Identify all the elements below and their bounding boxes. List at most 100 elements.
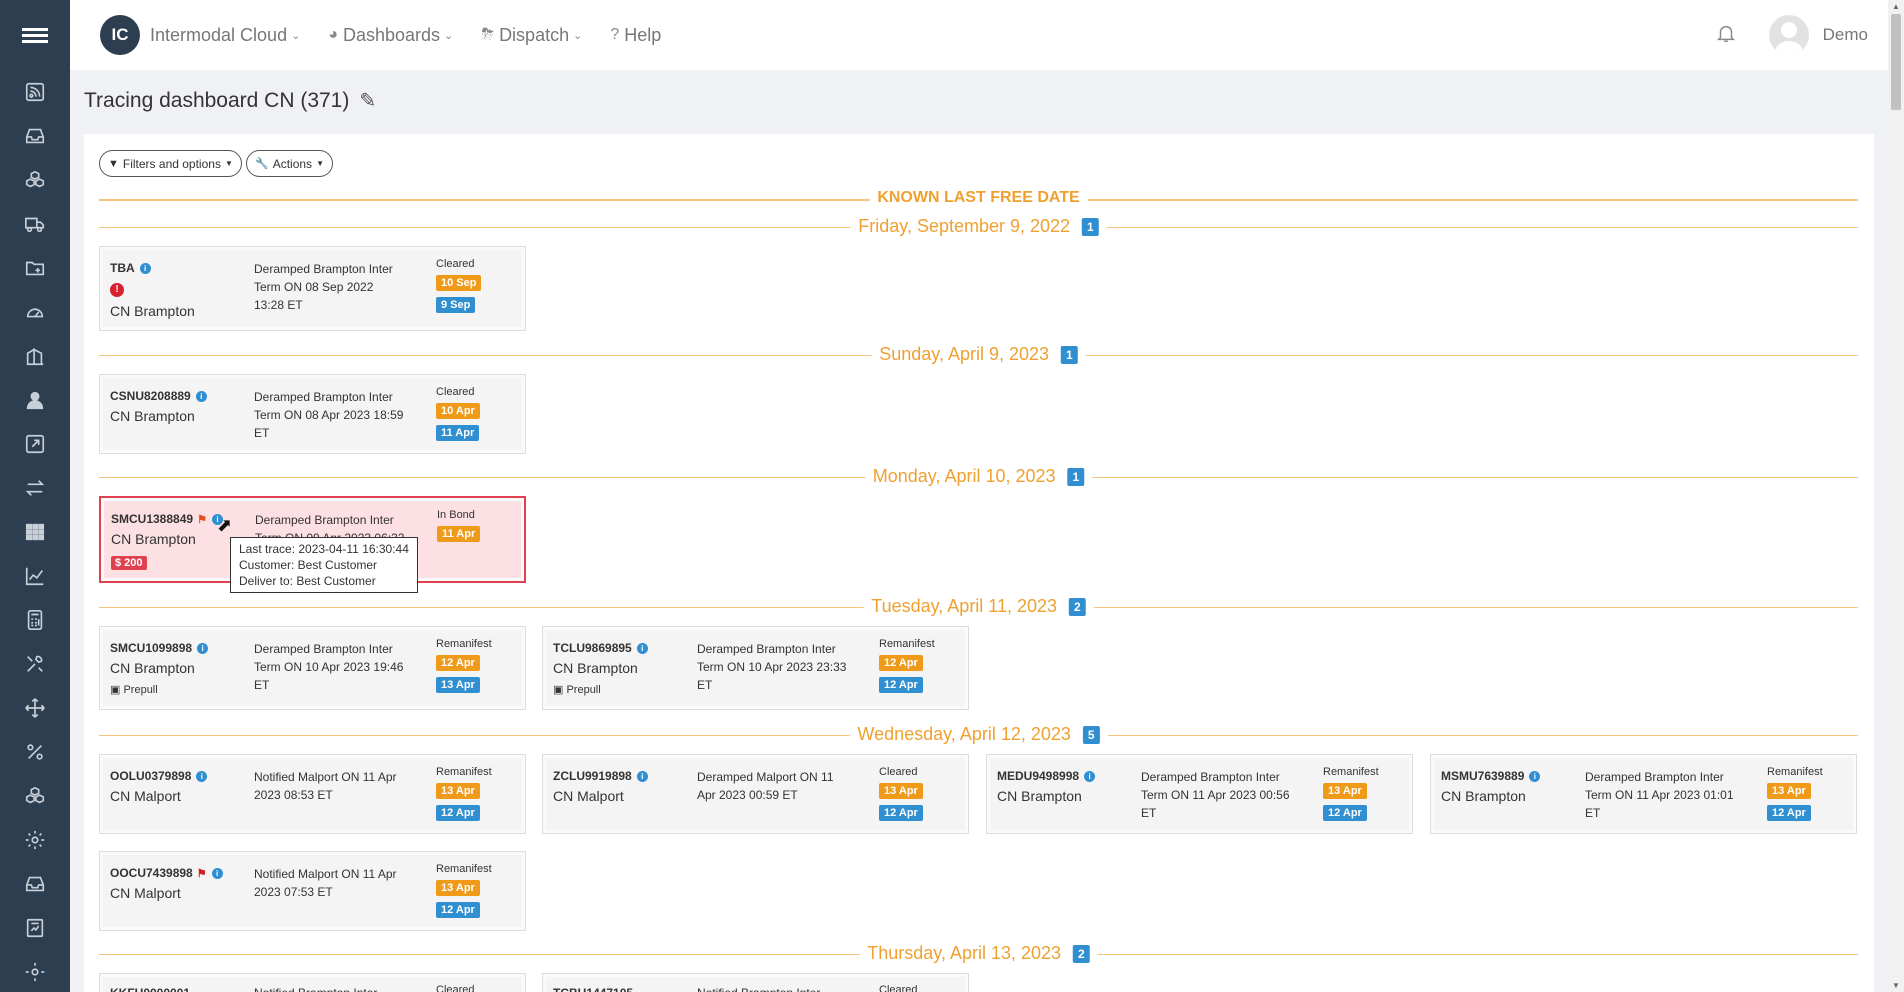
count-badge: 1 bbox=[1067, 467, 1085, 486]
building-icon[interactable] bbox=[0, 334, 70, 378]
info-icon[interactable]: i bbox=[1529, 770, 1541, 782]
container-id[interactable]: CSNU8208889 bbox=[110, 389, 191, 403]
tools-icon[interactable] bbox=[0, 642, 70, 686]
count-badge: 5 bbox=[1082, 725, 1100, 744]
status-label: Cleared bbox=[436, 258, 475, 270]
truck-icon[interactable] bbox=[0, 202, 70, 246]
filters-button[interactable]: ▼ Filters and options ▼ bbox=[99, 150, 242, 177]
info-icon[interactable]: i bbox=[636, 770, 648, 782]
container-card[interactable]: OOCU7439898 ⚑ i CN Malport Notified Malpor… bbox=[99, 851, 526, 931]
event-description: Deramped Brampton Inter Term ON 08 Apr 2… bbox=[254, 390, 404, 440]
move-icon[interactable] bbox=[0, 686, 70, 730]
info-tooltip: Last trace: 2023-04-11 16:30:44 Customer… bbox=[230, 537, 418, 593]
container-card[interactable]: TCLU9869895 i CN Brampton ▣ Prepull Deram… bbox=[542, 626, 969, 710]
prepull-tag: ▣ Prepull bbox=[110, 684, 158, 696]
container-card[interactable]: MSMU7639889 i CN Brampton Deramped Brampt… bbox=[1430, 754, 1857, 834]
calculator-icon[interactable] bbox=[0, 598, 70, 642]
archive-icon[interactable] bbox=[0, 862, 70, 906]
info-icon[interactable]: i bbox=[1084, 770, 1096, 782]
caret-down-icon: ▼ bbox=[316, 159, 324, 168]
external-link-icon[interactable] bbox=[0, 422, 70, 466]
date-badge: 13 Apr bbox=[879, 783, 923, 799]
exchange-icon[interactable] bbox=[0, 466, 70, 510]
nav-help[interactable]: ? Help bbox=[610, 25, 661, 46]
inbox-icon[interactable] bbox=[0, 114, 70, 158]
status-label: Remanifest bbox=[1323, 766, 1379, 778]
container-card[interactable]: MEDU9498998 i CN Brampton Deramped Brampt… bbox=[986, 754, 1413, 834]
info-icon[interactable]: i bbox=[211, 867, 223, 879]
container-card[interactable]: OOLU0379898 i CN Malport Notified Malport… bbox=[99, 754, 526, 834]
scroll-thumb[interactable] bbox=[1891, 14, 1901, 110]
info-icon[interactable]: i bbox=[196, 770, 208, 782]
location: CN Malport bbox=[110, 788, 181, 804]
chevron-down-icon: ⌄ bbox=[291, 29, 301, 42]
location: CN Malport bbox=[553, 788, 624, 804]
app-switcher[interactable]: Intermodal Cloud ⌄ bbox=[150, 25, 300, 46]
hamburger-menu-button[interactable] bbox=[0, 0, 70, 70]
container-id[interactable]: MSMU7639889 bbox=[1441, 769, 1524, 783]
info-icon[interactable]: i bbox=[636, 642, 648, 654]
cogs-icon[interactable] bbox=[0, 950, 70, 992]
container-id[interactable]: TCBU1447105 bbox=[553, 986, 633, 992]
user-icon[interactable] bbox=[0, 378, 70, 422]
status-label: Remanifest bbox=[436, 638, 492, 650]
container-id[interactable]: MEDU9498998 bbox=[997, 769, 1079, 783]
flag-icon: ⚑ bbox=[196, 867, 207, 880]
page-scrollbar[interactable]: ▲ ▼ bbox=[1888, 0, 1904, 992]
cubes-icon[interactable] bbox=[0, 158, 70, 202]
info-icon[interactable]: i bbox=[139, 262, 151, 274]
event-description: Deramped Brampton Inter Term ON 10 Apr 2… bbox=[697, 642, 847, 692]
rss-icon[interactable] bbox=[0, 70, 70, 114]
line-chart-icon[interactable] bbox=[0, 554, 70, 598]
container-id[interactable]: SMCU1099898 bbox=[110, 641, 192, 655]
container-id[interactable]: OOCU7439898 bbox=[110, 866, 193, 880]
avatar[interactable] bbox=[1768, 15, 1809, 55]
location: CN Brampton bbox=[997, 788, 1082, 804]
status-label: Remanifest bbox=[436, 766, 492, 778]
event-description: Deramped Malport ON 11 Apr 2023 00:59 ET bbox=[697, 770, 834, 802]
scroll-down-arrow-icon[interactable]: ▼ bbox=[1892, 981, 1900, 990]
date-group-header: Wednesday, April 12, 2023 5 bbox=[99, 724, 1858, 745]
container-card[interactable]: SMCU1099898 i CN Brampton ▣ Prepull Deram… bbox=[99, 626, 526, 710]
info-icon[interactable]: i bbox=[195, 390, 207, 402]
notifications-bell-icon[interactable] bbox=[1715, 22, 1737, 49]
gauge-icon[interactable] bbox=[0, 290, 70, 334]
chevron-down-icon: ⌄ bbox=[573, 29, 583, 42]
date-badge: 12 Apr bbox=[1323, 805, 1367, 821]
date-badge: 9 Sep bbox=[436, 297, 476, 313]
scroll-up-arrow-icon[interactable]: ▲ bbox=[1892, 2, 1900, 11]
nav-dashboards[interactable]: ◕ Dashboards ⌄ bbox=[328, 25, 453, 46]
actions-button[interactable]: 🔧 Actions ▼ bbox=[246, 150, 333, 177]
container-card[interactable]: TCBU1447105 Notified Brampton Inter Clea… bbox=[542, 973, 969, 992]
container-card[interactable]: ZCLU9919898 i CN Malport Deramped Malport… bbox=[542, 754, 969, 834]
container-id[interactable]: OOLU0379898 bbox=[110, 769, 191, 783]
count-badge: 1 bbox=[1082, 217, 1099, 236]
folder-plus-icon[interactable] bbox=[0, 246, 70, 290]
date-group-header: Tuesday, April 11, 2023 2 bbox=[99, 596, 1858, 617]
container-id[interactable]: TBA bbox=[110, 261, 135, 275]
status-label: In Bond bbox=[437, 509, 475, 521]
report-icon[interactable] bbox=[0, 906, 70, 950]
event-description: Notified Malport ON 11 Apr 2023 07:53 ET bbox=[254, 867, 397, 899]
user-name[interactable]: Demo bbox=[1823, 25, 1868, 45]
event-description: Notified Brampton Inter bbox=[254, 984, 404, 992]
location: CN Brampton bbox=[110, 408, 195, 424]
container-id[interactable]: SMCU1388849 bbox=[111, 512, 193, 526]
info-icon[interactable]: i bbox=[197, 642, 209, 654]
container-id[interactable]: KKFU0000001 bbox=[110, 986, 190, 992]
container-card[interactable]: TBA i ! CN Brampton Deramped Brampton Int… bbox=[99, 246, 526, 331]
app-logo[interactable]: IC bbox=[100, 15, 140, 55]
date-badge: 13 Apr bbox=[436, 880, 480, 896]
container-id[interactable]: TCLU9869895 bbox=[553, 641, 632, 655]
container-card[interactable]: KKFU0000001 Notified Brampton Inter Clea… bbox=[99, 973, 526, 992]
grid-icon[interactable] bbox=[0, 510, 70, 554]
status-label: Remanifest bbox=[1767, 766, 1823, 778]
edit-pencil-icon[interactable]: ✎ bbox=[359, 88, 376, 113]
nav-dispatch[interactable]: ⛈ Dispatch ⌄ bbox=[481, 25, 582, 46]
boxes-icon[interactable] bbox=[0, 774, 70, 818]
location: CN Brampton bbox=[553, 660, 638, 676]
percent-icon[interactable] bbox=[0, 730, 70, 774]
container-id[interactable]: ZCLU9919898 bbox=[553, 769, 632, 783]
container-card[interactable]: CSNU8208889 i CN Brampton Deramped Brampt… bbox=[99, 374, 526, 454]
gear-icon[interactable] bbox=[0, 818, 70, 862]
